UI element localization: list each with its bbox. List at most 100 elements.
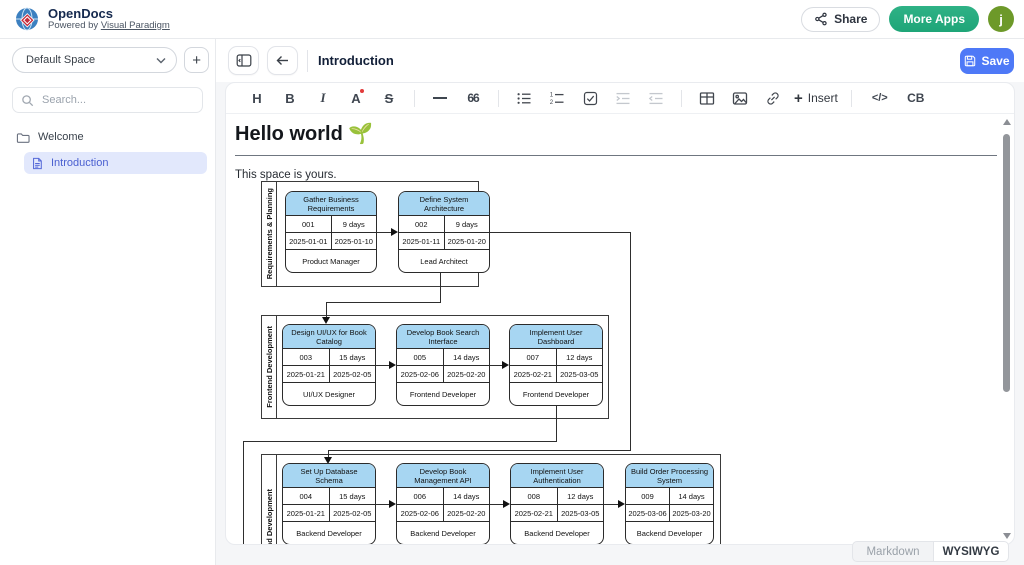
font-color-icon[interactable]: A xyxy=(344,86,368,110)
scroll-down-arrow-icon[interactable] xyxy=(1003,533,1011,539)
formatting-toolbar: H B I A S 66 1 2 xyxy=(226,83,1014,114)
project-plan-diagram[interactable]: Requirements & Planning Frontend Develop… xyxy=(226,114,1014,544)
horizontal-rule-icon[interactable] xyxy=(428,86,452,110)
task-card: Set Up Database Schema 00415 days 2025-0… xyxy=(282,463,376,544)
more-apps-button[interactable]: More Apps xyxy=(889,6,979,32)
task-id: 006 xyxy=(397,488,444,504)
task-card: Develop Book Management API 00614 days 2… xyxy=(396,463,490,544)
connector-line xyxy=(243,441,557,442)
task-id: 007 xyxy=(510,349,557,365)
task-duration: 15 days xyxy=(330,349,376,365)
save-button[interactable]: Save xyxy=(960,48,1014,74)
task-start: 2025-02-21 xyxy=(511,505,558,521)
heading-icon[interactable]: H xyxy=(245,86,269,110)
connector-arrow xyxy=(389,361,396,369)
space-selector[interactable]: Default Space xyxy=(12,47,177,73)
add-space-button[interactable]: + xyxy=(184,47,209,73)
blockquote-icon[interactable]: 66 xyxy=(461,86,485,110)
link-icon[interactable] xyxy=(761,86,785,110)
task-start: 2025-01-21 xyxy=(283,505,330,521)
search-input[interactable] xyxy=(40,93,194,107)
connector-line xyxy=(490,232,631,233)
task-card: Implement User Dashboard 00712 days 2025… xyxy=(509,324,603,406)
task-end: 2025-02-05 xyxy=(330,505,376,521)
visual-paradigm-link[interactable]: Visual Paradigm xyxy=(101,20,170,31)
app-header: OpenDocs Powered by Visual Paradigm Shar… xyxy=(0,0,1024,39)
svg-text:2: 2 xyxy=(550,100,554,106)
chevron-down-icon xyxy=(156,57,166,64)
tab-wysiwyg[interactable]: WYSIWYG xyxy=(933,541,1009,562)
brand: OpenDocs Powered by Visual Paradigm xyxy=(48,7,170,32)
connector-line xyxy=(243,441,244,544)
strikethrough-icon[interactable]: S xyxy=(377,86,401,110)
sidebar-item-welcome[interactable]: Welcome xyxy=(0,126,215,148)
save-icon xyxy=(964,55,976,67)
connector-arrow xyxy=(389,500,396,508)
task-start: 2025-02-06 xyxy=(397,505,444,521)
task-id: 009 xyxy=(626,488,670,504)
task-start: 2025-01-21 xyxy=(283,366,330,382)
task-id: 001 xyxy=(286,216,332,232)
indent-decrease-icon[interactable] xyxy=(644,86,668,110)
app-name: OpenDocs xyxy=(48,7,170,21)
task-duration: 12 days xyxy=(558,488,604,504)
toolbar-separator xyxy=(681,90,682,107)
opendocs-logo-icon xyxy=(14,6,41,33)
connector-line xyxy=(328,450,631,451)
document-icon xyxy=(31,157,43,170)
task-end: 2025-02-05 xyxy=(330,366,376,382)
red-dot xyxy=(360,89,364,93)
sidebar-item-introduction[interactable]: Introduction xyxy=(24,152,207,174)
task-role: Backend Developer xyxy=(283,522,375,544)
main-area: Introduction Save H B I A S 66 xyxy=(216,39,1024,565)
plus-icon: + xyxy=(794,91,803,106)
sidebar: Default Space + Welcome xyxy=(0,39,216,565)
insert-button[interactable]: + Insert xyxy=(794,91,838,106)
toggle-sidebar-button[interactable] xyxy=(228,46,259,75)
share-button[interactable]: Share xyxy=(801,7,880,32)
scrollbar-thumb[interactable] xyxy=(1003,134,1010,392)
italic-icon[interactable]: I xyxy=(311,86,335,110)
task-name: Gather Business Requirements xyxy=(286,192,376,216)
page-header: Introduction Save xyxy=(216,39,1024,82)
indent-increase-icon[interactable] xyxy=(611,86,635,110)
connector-arrow xyxy=(322,317,330,324)
document-content[interactable]: Hello world 🌱 This space is yours. Requi… xyxy=(226,114,1014,544)
toolbar-separator xyxy=(414,90,415,107)
code-block-icon[interactable]: CB xyxy=(904,86,928,110)
task-end: 2025-02-20 xyxy=(444,366,490,382)
lane-label: Frontend Development xyxy=(262,316,277,418)
task-role: Frontend Developer xyxy=(510,383,602,405)
image-icon[interactable] xyxy=(728,86,752,110)
task-end: 2025-03-05 xyxy=(558,505,604,521)
task-start: 2025-01-01 xyxy=(286,233,332,249)
bullet-list-icon[interactable] xyxy=(512,86,536,110)
numbered-list-icon[interactable]: 1 2 xyxy=(545,86,569,110)
task-start: 2025-03-06 xyxy=(626,505,670,521)
task-name: Develop Book Search Interface xyxy=(397,325,489,349)
back-arrow-icon xyxy=(275,54,290,67)
task-duration: 9 days xyxy=(332,216,377,232)
task-end: 2025-01-20 xyxy=(445,233,490,249)
editor-scrollbar[interactable] xyxy=(1001,115,1013,543)
task-duration: 12 days xyxy=(557,349,603,365)
panel-toggle-icon xyxy=(236,53,252,68)
scroll-up-arrow-icon[interactable] xyxy=(1003,119,1011,125)
task-name: Implement User Dashboard xyxy=(510,325,602,349)
bold-icon[interactable]: B xyxy=(278,86,302,110)
back-button[interactable] xyxy=(267,46,298,75)
inline-code-icon[interactable]: </> xyxy=(865,86,895,110)
task-list-icon[interactable] xyxy=(578,86,602,110)
table-icon[interactable] xyxy=(695,86,719,110)
connector-line xyxy=(630,232,631,451)
connector-arrow xyxy=(503,500,510,508)
avatar[interactable]: j xyxy=(988,6,1014,32)
page-tree: Welcome Introduction xyxy=(0,126,215,174)
tab-markdown[interactable]: Markdown xyxy=(852,541,934,562)
task-start: 2025-02-21 xyxy=(510,366,557,382)
task-id: 002 xyxy=(399,216,445,232)
search-box[interactable] xyxy=(12,87,203,113)
connector-line xyxy=(326,302,327,317)
task-card: Gather Business Requirements 0019 days 2… xyxy=(285,191,377,273)
connector-arrow xyxy=(391,228,398,236)
